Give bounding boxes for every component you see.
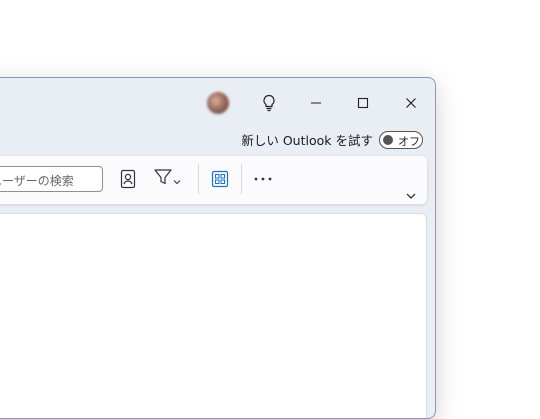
avatar[interactable] (207, 92, 229, 114)
new-outlook-toggle[interactable]: オフ (379, 130, 423, 149)
app-window: 新しい Outlook を試す オフ ユーザーの検索 (0, 77, 436, 419)
expand-chevron-icon[interactable] (405, 186, 419, 199)
try-new-outlook-row: 新しい Outlook を試す オフ (241, 130, 423, 149)
more-icon[interactable] (252, 166, 274, 192)
grid-view-icon[interactable] (209, 166, 231, 192)
contact-card-icon[interactable] (117, 166, 139, 192)
close-icon[interactable] (397, 90, 425, 116)
lightbulb-icon[interactable] (255, 90, 283, 116)
chevron-down-icon (173, 170, 181, 189)
try-new-outlook-label: 新しい Outlook を試す (241, 133, 373, 148)
minimize-icon[interactable] (302, 90, 330, 116)
filter-button[interactable] (149, 166, 185, 192)
search-placeholder: ユーザーの検索 (0, 174, 74, 188)
toolbar-divider (198, 164, 199, 194)
toolbar-divider (241, 164, 242, 194)
toolbar: ユーザーの検索 (0, 156, 427, 204)
filter-icon (153, 167, 173, 191)
toggle-state-label: オフ (398, 134, 420, 148)
maximize-icon[interactable] (349, 90, 377, 116)
search-input[interactable]: ユーザーの検索 (0, 166, 103, 192)
toggle-knob (383, 134, 393, 145)
content-pane (0, 213, 427, 418)
